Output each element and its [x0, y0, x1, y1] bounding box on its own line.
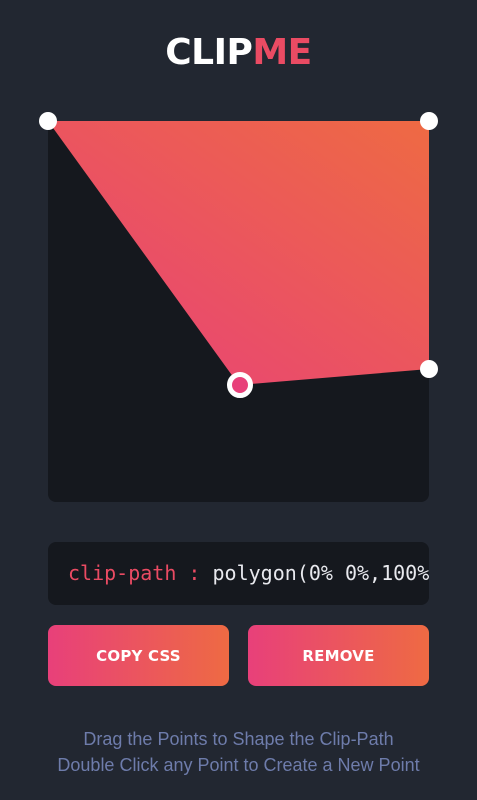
app-logo: CLIPME: [0, 30, 477, 76]
remove-button[interactable]: REMOVE: [248, 625, 429, 686]
point-handle-selected[interactable]: [227, 372, 253, 398]
point-handle-right[interactable]: [420, 360, 438, 378]
instruction-line-double-click: Double Click any Point to Create a New P…: [57, 755, 420, 775]
instructions: Drag the Points to Shape the Clip-Path D…: [0, 726, 477, 778]
clip-path-shape: [48, 121, 429, 385]
copy-css-button[interactable]: COPY CSS: [48, 625, 229, 686]
css-property-label: clip-path :: [68, 561, 201, 585]
point-handle-top-left[interactable]: [39, 112, 57, 130]
clip-path-editor-canvas[interactable]: [39, 112, 438, 502]
logo-text-me: ME: [252, 32, 312, 73]
css-output-box[interactable]: clip-path : polygon(0% 0%,100% 0%,100% 6…: [48, 542, 429, 605]
instruction-line-drag: Drag the Points to Shape the Clip-Path: [83, 729, 394, 749]
clip-polygon: [48, 121, 429, 385]
point-handle-top-right[interactable]: [420, 112, 438, 130]
css-property-value: polygon(0% 0%,100% 0%,100% 65%,50% 70%): [212, 561, 430, 585]
logo-text-clip: CLIP: [165, 32, 253, 73]
